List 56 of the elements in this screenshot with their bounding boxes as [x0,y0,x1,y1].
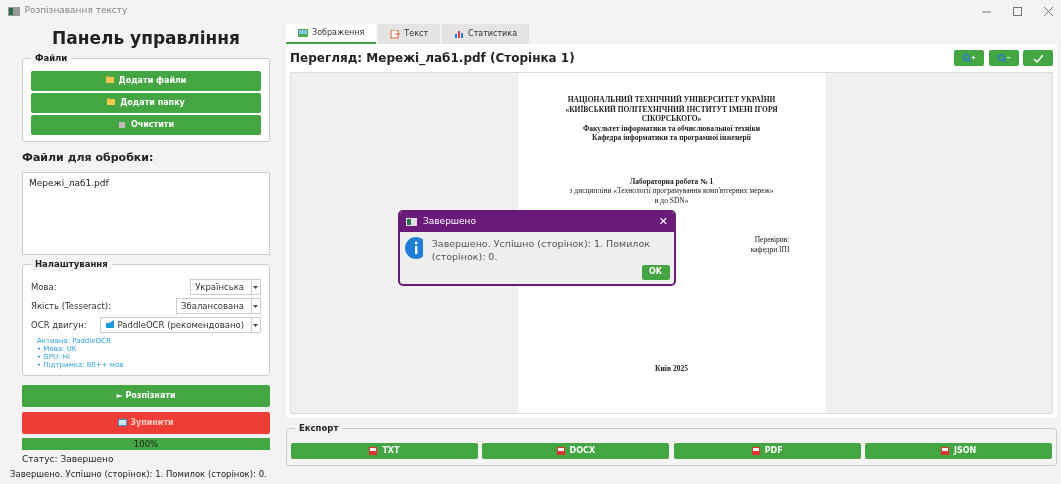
field-label: Якість (Tesseract): [31,299,111,313]
folder-icon [107,98,118,108]
check-icon [1033,53,1043,63]
add-button[interactable]: Додати папку [31,92,261,113]
export-button[interactable]: DOCX [482,443,670,459]
zoom-out-button[interactable] [988,50,1019,66]
engine-icon [104,320,115,330]
tab[interactable]: Текст [378,24,441,44]
maximize-icon[interactable] [1013,6,1022,16]
folder-icon [105,76,116,85]
floppy-icon [369,446,380,456]
clear-button[interactable]: Очистити [31,115,261,135]
add-button[interactable]: Додати файли [31,70,261,91]
export-button[interactable]: JSON [865,443,1052,459]
dialog-message: Завершено. Успішно (сторінок): 1. Помилок (сторінок): 0. [431,236,651,263]
dropdown[interactable]: PaddleOCR (рекомендовано) [99,316,261,333]
floppy-icon [940,446,951,456]
file-item[interactable]: Мережі_лаб1.pdf [29,176,263,190]
app-icon [8,6,20,16]
document-icon [390,29,401,39]
stop-button[interactable]: Зупинити [22,411,270,434]
dropdown[interactable]: Українська [190,278,261,295]
info-icon [404,236,423,259]
field-label: OCR двигун: [31,318,87,332]
dialog-title: Завершено [423,215,476,229]
caret-icon [251,279,258,294]
zoom-in-icon [962,53,976,63]
group-title: Експорт [295,422,343,435]
fit-button[interactable] [1023,50,1053,66]
close-icon[interactable] [1044,6,1053,16]
image-icon [298,28,308,38]
app-icon [406,218,417,226]
floppy-icon [751,446,762,456]
field-label: Мова: [31,280,57,294]
tab[interactable]: Зображення [286,24,377,44]
ok-button[interactable]: OK [641,264,670,280]
status-text: Статус: Завершено [22,452,115,466]
panel-title: Панель управління [51,27,241,50]
recognize-button[interactable]: ► Розпізнати [22,385,270,408]
group-title: Налаштування [31,258,112,272]
floppy-icon [556,446,567,456]
caret-icon [251,317,258,332]
zoom-out-icon [996,53,1011,63]
tab[interactable]: Статистика [442,24,530,44]
progress-label: 100% [132,438,160,451]
export-button[interactable]: PDF [673,443,861,459]
group-title: Файли [31,51,72,65]
section-title: Файли для обробки: [22,150,155,166]
export-button[interactable]: TXT [291,443,478,459]
chart-icon [454,29,465,39]
close-button[interactable]: ✕ [658,213,668,231]
window-title: Розпізнавання тексту [24,4,128,18]
dropdown[interactable]: Збалансована [176,297,261,314]
caret-icon [251,298,258,313]
status-message: Завершено. Успішно (сторінок): 1. Помилок (сторінок): 0. [9,468,268,481]
preview-title: Перегляд: Мережі_лаб1.pdf (Сторінка 1) [290,50,575,67]
